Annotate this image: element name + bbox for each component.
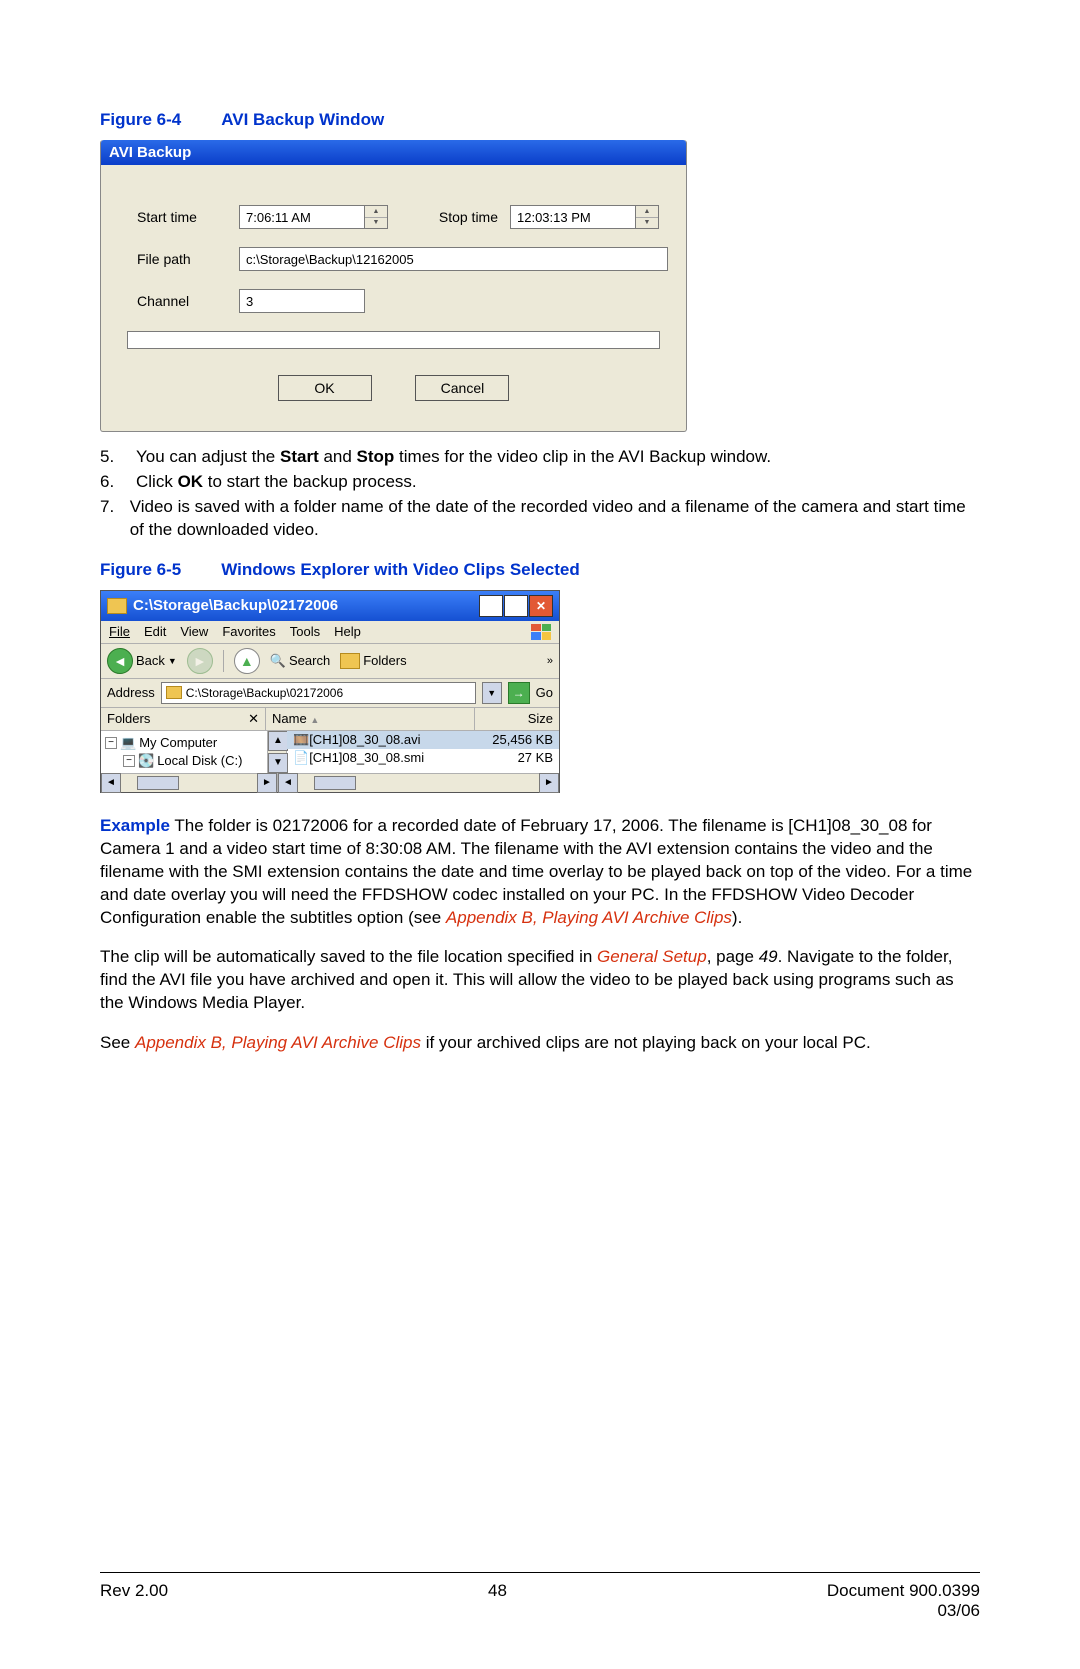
start-time-spinner[interactable]: ▲▼: [365, 205, 388, 229]
channel-input[interactable]: 3: [239, 289, 365, 313]
explorer-address-bar: Address C:\Storage\Backup\02172006 ▼ → G…: [101, 679, 559, 708]
start-time-label: Start time: [119, 209, 239, 225]
figure-6-5-caption: Figure 6-5 Windows Explorer with Video Cl…: [100, 560, 980, 580]
menu-help[interactable]: Help: [334, 624, 361, 639]
folders-header: Folders✕: [101, 708, 266, 730]
expand-collapse-icon[interactable]: −: [105, 737, 117, 749]
explorer-menubar: File Edit View Favorites Tools Help: [101, 621, 559, 644]
link-appendix-b[interactable]: Appendix B, Playing AVI Archive Clips: [446, 908, 732, 927]
figure-title: AVI Backup Window: [221, 110, 384, 129]
up-arrow-icon: ▲: [240, 653, 254, 669]
name-header[interactable]: Name ▲: [266, 708, 475, 730]
step-5: 5. You can adjust the Start and Stop tim…: [100, 446, 980, 469]
link-appendix-b-2[interactable]: Appendix B, Playing AVI Archive Clips: [135, 1033, 421, 1052]
search-icon: 🔍: [270, 653, 286, 669]
scroll-down-icon[interactable]: ▼: [268, 753, 288, 773]
menu-favorites[interactable]: Favorites: [222, 624, 275, 639]
maximize-button[interactable]: ☐: [504, 595, 528, 617]
folders-button[interactable]: Folders: [340, 653, 406, 669]
minimize-button[interactable]: _: [479, 595, 503, 617]
folders-tree[interactable]: − 💻 My Computer − 💽 Local Disk (C:): [101, 731, 268, 773]
file-icon: 📄: [293, 750, 309, 766]
avi-backup-window: AVI Backup Start time 7:06:11 AM ▲▼ Stop…: [100, 140, 687, 432]
file-list[interactable]: 🎞️ [CH1]08_30_08.avi 25,456 KB 📄 [CH1]08…: [287, 731, 559, 773]
video-file-icon: 🎞️: [293, 732, 309, 748]
figure-6-4-caption: Figure 6-4 AVI Backup Window: [100, 110, 980, 130]
file-path-input[interactable]: c:\Storage\Backup\12162005: [239, 247, 668, 271]
step-7: 7. Video is saved with a folder name of …: [100, 496, 980, 542]
expand-collapse-icon[interactable]: −: [123, 755, 135, 767]
go-label: Go: [536, 685, 553, 700]
link-general-setup[interactable]: General Setup: [597, 947, 707, 966]
stop-time-input[interactable]: 12:03:13 PM: [510, 205, 636, 229]
figure-title-2: Windows Explorer with Video Clips Select…: [221, 560, 580, 579]
tree-my-computer[interactable]: My Computer: [139, 735, 217, 750]
stop-time-label: Stop time: [388, 209, 510, 225]
step-6: 6. Click OK to start the backup process.: [100, 471, 980, 494]
back-icon: ◄: [107, 648, 133, 674]
go-button[interactable]: →: [508, 682, 530, 704]
figure-label-2: Figure 6-5: [100, 560, 181, 579]
forward-button[interactable]: ►: [187, 648, 213, 674]
up-button[interactable]: ▲: [234, 648, 260, 674]
windows-logo-icon: [531, 624, 551, 640]
explorer-window: C:\Storage\Backup\02172006 _ ☐ ✕ File Ed…: [100, 590, 560, 793]
menu-view[interactable]: View: [180, 624, 208, 639]
scroll-up-icon[interactable]: ▲: [268, 731, 288, 751]
address-label: Address: [107, 685, 155, 700]
search-button[interactable]: 🔍Search: [270, 653, 330, 669]
folders-scrollbar[interactable]: ◄►: [101, 773, 278, 792]
see-appendix-paragraph: See Appendix B, Playing AVI Archive Clip…: [100, 1032, 980, 1055]
folder-icon: [340, 653, 360, 669]
explorer-title: C:\Storage\Backup\02172006: [133, 597, 338, 614]
file-row-avi[interactable]: 🎞️ [CH1]08_30_08.avi 25,456 KB: [287, 731, 559, 749]
toolbar-overflow[interactable]: »: [547, 655, 553, 667]
menu-edit[interactable]: Edit: [144, 624, 166, 639]
size-header[interactable]: Size: [475, 708, 559, 730]
avi-titlebar: AVI Backup: [101, 140, 686, 165]
close-pane-icon[interactable]: ✕: [248, 711, 259, 727]
avi-title: AVI Backup: [109, 144, 191, 161]
footer-date: 03/06: [827, 1601, 980, 1621]
tree-local-disk[interactable]: Local Disk (C:): [157, 753, 242, 768]
start-time-input[interactable]: 7:06:11 AM: [239, 205, 365, 229]
explorer-titlebar: C:\Storage\Backup\02172006 _ ☐ ✕: [101, 591, 559, 621]
stop-time-spinner[interactable]: ▲▼: [636, 205, 659, 229]
ok-button[interactable]: OK: [278, 375, 372, 401]
example-paragraph: Example The folder is 02172006 for a rec…: [100, 815, 980, 930]
footer-rev: Rev 2.00: [100, 1581, 168, 1621]
channel-label: Channel: [119, 293, 239, 309]
address-input[interactable]: C:\Storage\Backup\02172006: [161, 682, 476, 704]
disk-icon: 💽: [138, 753, 154, 769]
page-footer: Rev 2.00 48 Document 900.0399 03/06: [100, 1572, 980, 1621]
footer-doc: Document 900.0399: [827, 1581, 980, 1601]
folder-icon: [166, 686, 182, 699]
computer-icon: 💻: [120, 735, 136, 751]
files-scrollbar[interactable]: ◄►: [278, 773, 559, 792]
address-dropdown[interactable]: ▼: [482, 682, 502, 704]
cancel-button[interactable]: Cancel: [415, 375, 509, 401]
close-button[interactable]: ✕: [529, 595, 553, 617]
file-row-smi[interactable]: 📄 [CH1]08_30_08.smi 27 KB: [287, 749, 559, 767]
explorer-content: − 💻 My Computer − 💽 Local Disk (C:) ▲ ▼ …: [101, 731, 559, 773]
file-path-label: File path: [119, 251, 239, 267]
column-headers: Folders✕ Name ▲ Size: [101, 708, 559, 731]
general-setup-paragraph: The clip will be automatically saved to …: [100, 946, 980, 1015]
menu-tools[interactable]: Tools: [290, 624, 320, 639]
back-button[interactable]: ◄ Back ▼: [107, 648, 177, 674]
explorer-toolbar: ◄ Back ▼ ► ▲ 🔍Search Folders »: [101, 644, 559, 679]
folder-icon: [107, 598, 127, 614]
progress-bar: [127, 331, 660, 349]
menu-file[interactable]: File: [109, 624, 130, 639]
figure-label: Figure 6-4: [100, 110, 181, 129]
footer-page: 48: [488, 1581, 507, 1621]
